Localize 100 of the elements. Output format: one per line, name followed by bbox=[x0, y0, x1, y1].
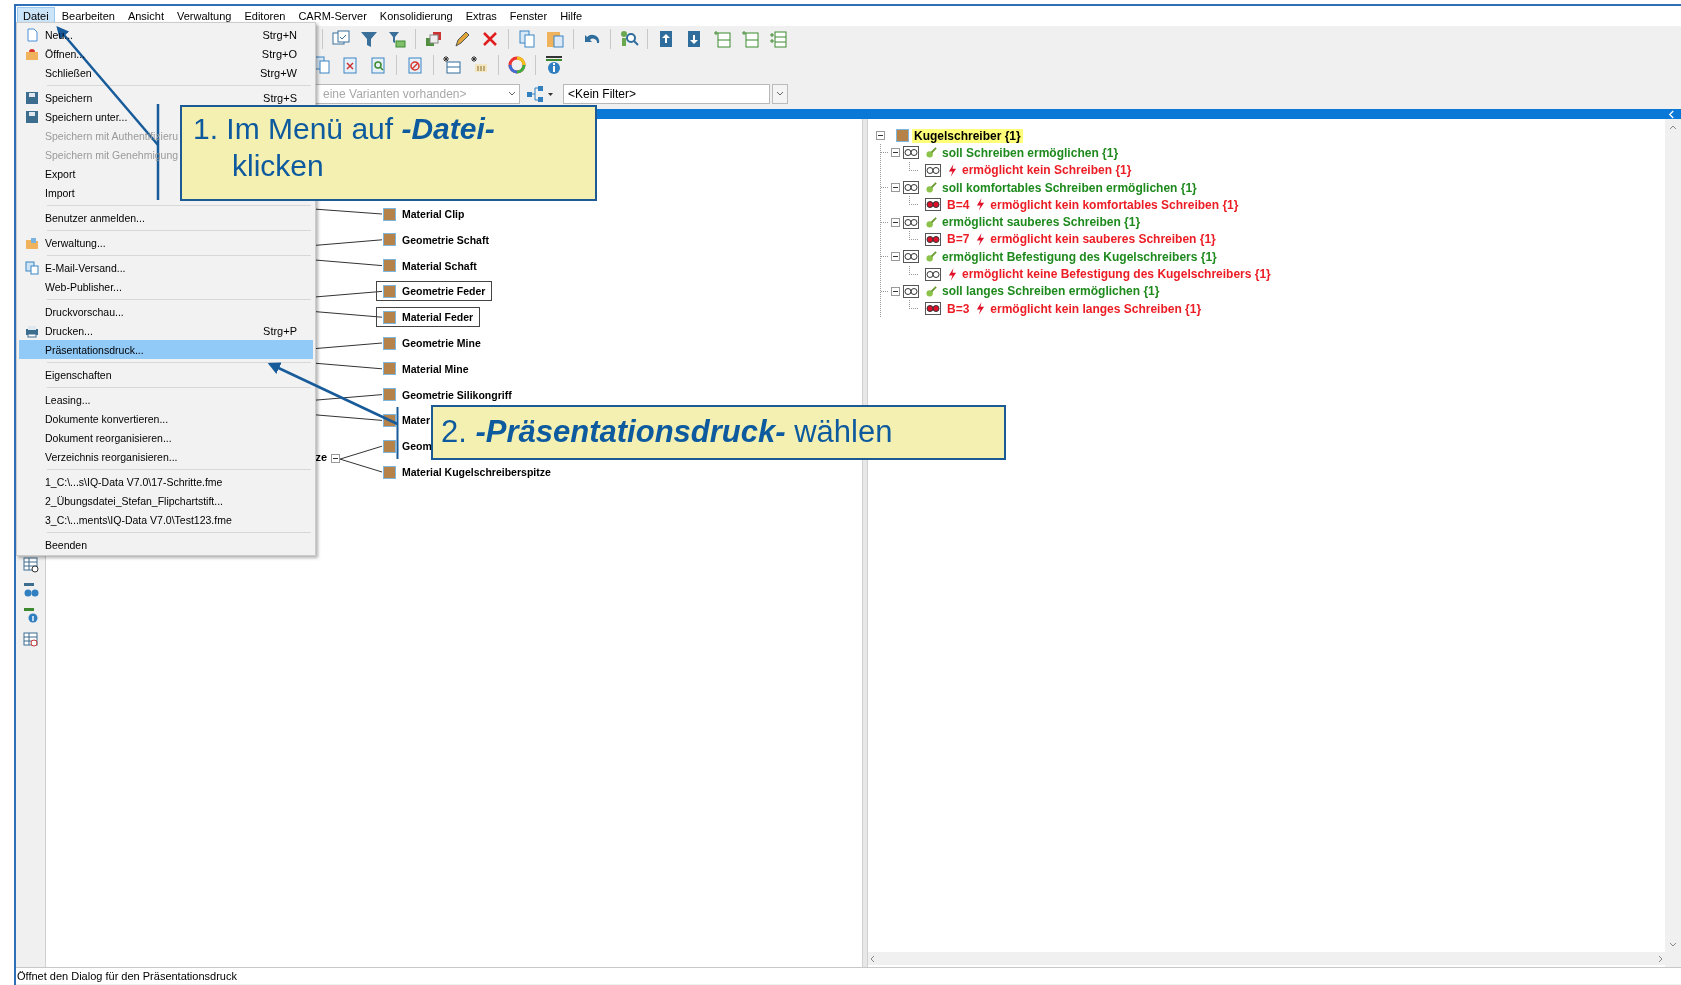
pencil-icon[interactable] bbox=[452, 29, 472, 49]
tree-item[interactable]: soll komfortables Schreiben ermöglichen {1} bbox=[940, 180, 1199, 195]
rated-glasses-icon bbox=[925, 198, 941, 212]
menu-item[interactable]: Eigenschaften bbox=[19, 365, 313, 384]
glasses-icon bbox=[903, 284, 919, 298]
node-label[interactable]: Geometrie Silikongriff bbox=[402, 388, 512, 401]
menu-bar-item[interactable]: Verwaltung bbox=[171, 7, 238, 25]
menu-item[interactable]: Schließen Strg+W bbox=[19, 63, 313, 82]
status-text: Öffnet den Dialog für den Präsentationsdruck bbox=[17, 970, 237, 982]
collapse-icon[interactable] bbox=[891, 217, 900, 227]
collapse-icon[interactable] bbox=[331, 454, 340, 464]
annotation-tooltip: 1. Im Menü auf -Datei- klicken bbox=[180, 105, 597, 201]
filter-icon[interactable] bbox=[359, 29, 379, 49]
clipboard-search-icon[interactable] bbox=[368, 55, 388, 75]
node-label[interactable]: Material Kugelschreiberspitze bbox=[402, 466, 551, 478]
table-star-icon[interactable] bbox=[442, 55, 462, 75]
color-squares-icon[interactable] bbox=[424, 29, 444, 49]
color-ring-icon[interactable] bbox=[507, 55, 527, 75]
menu-bar-item[interactable]: CARM-Server bbox=[292, 7, 373, 25]
clipboard-delete-icon[interactable] bbox=[340, 55, 360, 75]
lightning-icon bbox=[976, 232, 986, 246]
menu-bar-item[interactable]: Ansicht bbox=[121, 7, 170, 25]
collapse-icon[interactable] bbox=[891, 148, 900, 158]
collapse-icon[interactable] bbox=[891, 183, 900, 193]
document-icon bbox=[25, 260, 39, 275]
menu-item[interactable]: E-Mail-Versand... bbox=[19, 258, 313, 277]
node-label[interactable]: Material Clip bbox=[402, 208, 465, 220]
horizontal-scrollbar[interactable] bbox=[868, 952, 1665, 965]
filter-list-icon[interactable] bbox=[387, 29, 407, 49]
table-search-icon[interactable] bbox=[22, 632, 39, 648]
tree-item[interactable]: ermöglicht kein sauberes Schreiben {1} bbox=[988, 232, 1218, 247]
menu-item[interactable]: Präsentationsdruck... bbox=[19, 340, 313, 359]
menu-item[interactable]: 2_Übungsdatei_Stefan_Flipchartstift... bbox=[19, 491, 313, 510]
menu-bar-item[interactable]: Extras bbox=[459, 7, 503, 25]
node-square-icon bbox=[383, 284, 396, 298]
node-label[interactable]: Geometrie Mine bbox=[402, 337, 481, 349]
filter-dropdown[interactable]: <Kein Filter> bbox=[563, 83, 770, 104]
node-label[interactable]: Material Schaft bbox=[402, 259, 477, 272]
collapse-icon[interactable] bbox=[876, 131, 885, 141]
copy-icon[interactable] bbox=[517, 29, 537, 49]
tree-item[interactable]: soll langes Schreiben ermöglichen {1} bbox=[940, 284, 1162, 299]
person-search-icon[interactable] bbox=[619, 29, 639, 49]
info-icon[interactable] bbox=[544, 55, 564, 75]
lightning-icon bbox=[948, 267, 957, 281]
menu-bar-item[interactable]: Bearbeiten bbox=[55, 7, 121, 25]
tree-item[interactable]: ermöglicht kein Schreiben {1} bbox=[960, 163, 1134, 178]
node-label[interactable]: Mater bbox=[402, 414, 430, 427]
node-label[interactable]: Material Mine bbox=[402, 362, 469, 375]
glasses-icon bbox=[903, 215, 919, 229]
node-frame[interactable]: Material Feder bbox=[376, 307, 481, 328]
node-square-icon bbox=[383, 336, 396, 350]
menu-item[interactable]: Verzeichnis reorganisieren... bbox=[19, 447, 313, 466]
menu-item[interactable]: Web-Publisher... bbox=[19, 277, 313, 296]
clipboard-block-icon[interactable] bbox=[405, 55, 425, 75]
tree-item[interactable]: ermöglicht sauberes Schreiben {1} bbox=[940, 215, 1143, 230]
insert-row-icon[interactable] bbox=[740, 29, 760, 49]
menu-item[interactable]: Beenden bbox=[19, 535, 313, 554]
tree-item[interactable]: Kugelschreiber {1} bbox=[912, 128, 1023, 143]
tree-item[interactable]: ermöglicht kein komfortables Schreiben {1} bbox=[988, 197, 1241, 212]
collapse-icon[interactable] bbox=[891, 252, 900, 262]
node-square-icon bbox=[383, 233, 396, 247]
paste-icon[interactable] bbox=[545, 29, 565, 49]
insert-row-icon[interactable] bbox=[712, 29, 732, 49]
node-square-icon bbox=[383, 465, 396, 479]
rated-glasses-icon bbox=[925, 232, 941, 246]
printer-icon bbox=[25, 323, 39, 338]
tree-item[interactable]: ermöglicht keine Befestigung des Kugelschreibers {1} bbox=[960, 267, 1273, 281]
node-label[interactable]: Geometrie Schaft bbox=[402, 233, 489, 246]
binoculars-icon[interactable] bbox=[22, 582, 39, 598]
tree-item[interactable]: soll Schreiben ermöglichen {1} bbox=[940, 145, 1121, 160]
menu-item[interactable]: Leasing... bbox=[19, 390, 313, 409]
rating-label: B=3 bbox=[947, 301, 970, 316]
menu-item[interactable]: Dokumente konvertieren... bbox=[19, 409, 313, 428]
menu-bar-item[interactable]: Fenster bbox=[503, 7, 554, 25]
node-frame[interactable]: Geometrie Feder bbox=[376, 281, 493, 302]
menu-item[interactable]: Druckvorschau... bbox=[19, 302, 313, 321]
menu-item[interactable]: Dokument reorganisieren... bbox=[19, 428, 313, 447]
menu-bar-item[interactable]: Konsolidierung bbox=[373, 7, 459, 25]
collapse-chevron-icon[interactable] bbox=[1668, 109, 1675, 119]
node-label[interactable]: Geometrie Feder bbox=[402, 285, 486, 298]
glasses-icon bbox=[903, 146, 919, 160]
node-label[interactable]: Material Feder bbox=[402, 311, 474, 324]
insert-list-icon[interactable] bbox=[768, 29, 788, 49]
vertical-scrollbar[interactable] bbox=[1665, 119, 1681, 967]
menu-bar-item[interactable]: Hilfe bbox=[554, 7, 589, 25]
collapse-icon[interactable] bbox=[891, 286, 900, 296]
glasses-icon bbox=[925, 267, 941, 281]
table-clock-icon[interactable] bbox=[22, 557, 39, 573]
node-square-icon bbox=[383, 207, 396, 221]
node-label[interactable]: Geom bbox=[402, 440, 432, 453]
menu-item[interactable]: 1_C:\...s\IQ-Data V7.0\17-Schritte.fme bbox=[19, 472, 313, 491]
menu-item[interactable]: Verwaltung... bbox=[19, 233, 313, 252]
menu-item[interactable]: Drucken... Strg+P bbox=[19, 321, 313, 340]
text-star-icon[interactable] bbox=[470, 55, 490, 75]
hierarchy-icon[interactable] bbox=[525, 83, 555, 104]
tree-item[interactable]: ermöglicht Befestigung des Kugelschreibers {1} bbox=[940, 249, 1219, 264]
menu-item[interactable]: Benutzer anmelden... bbox=[19, 208, 313, 227]
tree-item[interactable]: ermöglicht kein langes Schreiben {1} bbox=[988, 301, 1204, 316]
menu-bar-item[interactable]: Editoren bbox=[238, 7, 292, 25]
menu-item[interactable]: 3_C:\...ments\IQ-Data V7.0\Test123.fme bbox=[19, 510, 313, 529]
